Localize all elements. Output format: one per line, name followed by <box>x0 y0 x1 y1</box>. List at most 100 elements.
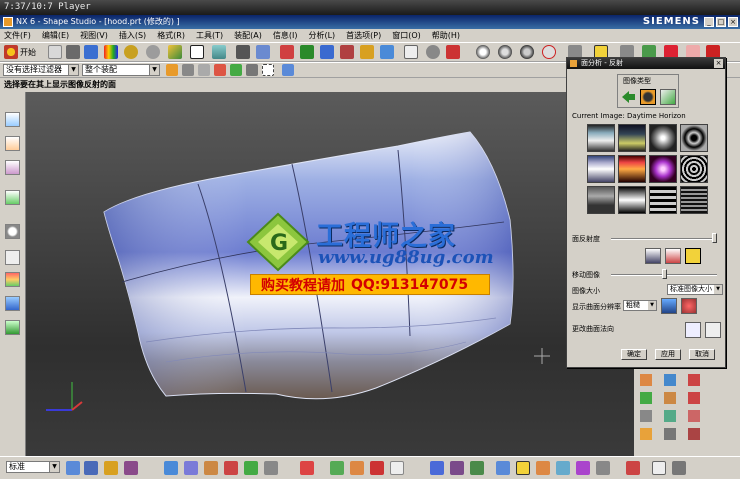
analysis-d-icon[interactable] <box>576 461 590 475</box>
menu-analysis[interactable]: 分析(L) <box>308 30 335 41</box>
shade-icon[interactable] <box>124 45 138 59</box>
save-icon[interactable] <box>84 45 98 59</box>
edit-surface-icon[interactable] <box>340 45 354 59</box>
extend-icon[interactable] <box>330 461 344 475</box>
part-navigator-icon[interactable] <box>5 160 20 175</box>
display-option-b-icon[interactable] <box>665 248 681 264</box>
snap-icon[interactable] <box>214 64 226 76</box>
surface-tool-icon[interactable] <box>184 461 198 475</box>
render-icon[interactable] <box>146 45 160 59</box>
start-label[interactable]: 开始 <box>20 47 36 58</box>
minimize-button[interactable]: _ <box>704 17 714 27</box>
undo-select-icon[interactable] <box>198 64 210 76</box>
zoom-icon[interactable] <box>104 461 118 475</box>
fillet-icon[interactable] <box>470 461 484 475</box>
palette-tool-icon[interactable] <box>688 410 700 422</box>
maximize-button[interactable]: □ <box>716 17 726 27</box>
palette-tool-icon[interactable] <box>688 374 700 386</box>
rotate-icon[interactable] <box>84 461 98 475</box>
select-region-icon[interactable] <box>246 64 258 76</box>
dialog-close-button[interactable]: × <box>714 59 723 68</box>
image-size-select[interactable]: 标准图像大小 ▼ <box>667 284 723 295</box>
thumbnail-image[interactable] <box>649 155 677 183</box>
filter-icon[interactable] <box>166 64 178 76</box>
offset-icon[interactable] <box>350 461 364 475</box>
menu-info[interactable]: 信息(I) <box>273 30 298 41</box>
blend-icon[interactable] <box>204 461 218 475</box>
close-button[interactable]: × <box>728 17 738 27</box>
arrow-left-icon[interactable] <box>620 89 636 105</box>
fit-view-icon[interactable] <box>66 461 80 475</box>
curve-rule-icon[interactable] <box>230 64 242 76</box>
open-icon[interactable] <box>66 45 80 59</box>
point-icon[interactable] <box>280 45 294 59</box>
color-swatch-icon[interactable] <box>190 45 204 59</box>
reflectivity-slider-knob[interactable] <box>712 233 717 243</box>
thumbnail-image[interactable] <box>618 124 646 152</box>
web-browser-icon[interactable] <box>5 296 20 311</box>
menu-insert[interactable]: 插入(S) <box>119 30 146 41</box>
thumbnail-image[interactable] <box>649 124 677 152</box>
flip-normal-icon[interactable] <box>685 322 701 338</box>
thumbnail-image[interactable] <box>618 186 646 214</box>
palette-tool-icon[interactable] <box>640 410 652 422</box>
extrude-icon[interactable] <box>380 45 394 59</box>
menu-view[interactable]: 视图(V) <box>80 30 108 41</box>
history-icon[interactable] <box>5 224 20 239</box>
wcs-icon[interactable] <box>256 45 270 59</box>
no-display-icon[interactable] <box>542 45 556 59</box>
curve-icon[interactable] <box>300 45 314 59</box>
thumbnail-image[interactable] <box>680 124 708 152</box>
thumbnail-image[interactable] <box>680 186 708 214</box>
trim-icon[interactable] <box>224 461 238 475</box>
menu-window[interactable]: 窗口(O) <box>392 30 421 41</box>
curve-edit-icon[interactable] <box>264 461 278 475</box>
move-image-slider-knob[interactable] <box>661 269 667 279</box>
display-icon[interactable] <box>168 45 182 59</box>
table-icon[interactable] <box>390 461 404 475</box>
sweep-icon[interactable] <box>244 461 258 475</box>
resolution-select[interactable]: 粗糙 ▼ <box>623 300 657 311</box>
cancel-button[interactable]: 取消 <box>689 349 715 360</box>
palette-tool-icon[interactable] <box>640 374 652 386</box>
pan-icon[interactable] <box>124 461 138 475</box>
palette-icon[interactable] <box>5 272 20 287</box>
reverse-direction-icon[interactable] <box>705 322 721 338</box>
menu-help[interactable]: 帮助(H) <box>432 30 460 41</box>
system-materials-icon[interactable] <box>5 250 20 265</box>
select-all-icon[interactable] <box>182 64 194 76</box>
palette-tool-icon[interactable] <box>664 410 676 422</box>
sketch-icon[interactable] <box>360 45 374 59</box>
menu-file[interactable]: 文件(F) <box>4 30 31 41</box>
display-option-c-icon[interactable] <box>685 248 701 264</box>
menu-tools[interactable]: 工具(T) <box>196 30 223 41</box>
reflection-icon[interactable] <box>516 461 530 475</box>
user-image-icon[interactable] <box>660 89 676 105</box>
reflectivity-slider-track[interactable] <box>611 238 717 240</box>
roles-icon[interactable] <box>5 320 20 335</box>
surface-display-icon[interactable] <box>661 298 677 314</box>
surface-color-icon[interactable] <box>681 298 697 314</box>
menu-assembly[interactable]: 装配(A) <box>234 30 262 41</box>
thumbnail-image[interactable] <box>587 155 615 183</box>
thumbnail-image[interactable] <box>680 155 708 183</box>
analysis-e-icon[interactable] <box>596 461 610 475</box>
palette-icon[interactable] <box>104 45 118 59</box>
palette-tool-icon[interactable] <box>640 428 652 440</box>
apply-button[interactable]: 应用 <box>655 349 681 360</box>
flange-icon[interactable] <box>300 461 314 475</box>
analysis-f-icon[interactable] <box>626 461 640 475</box>
sphere-icon[interactable] <box>476 45 490 59</box>
rectangle-select-icon[interactable] <box>262 64 274 76</box>
new-file-icon[interactable] <box>48 45 62 59</box>
analysis-b-icon[interactable] <box>536 461 550 475</box>
analysis-icon[interactable] <box>446 45 460 59</box>
menu-preferences[interactable]: 首选项(P) <box>346 30 381 41</box>
window-icon[interactable] <box>404 45 418 59</box>
analysis-h-icon[interactable] <box>672 461 686 475</box>
measure-icon[interactable] <box>426 45 440 59</box>
menu-format[interactable]: 格式(R) <box>157 30 185 41</box>
dialog-title-bar[interactable]: 面分析 - 反射 × <box>567 58 725 69</box>
cube-icon[interactable] <box>282 64 294 76</box>
ok-button[interactable]: 确定 <box>621 349 647 360</box>
